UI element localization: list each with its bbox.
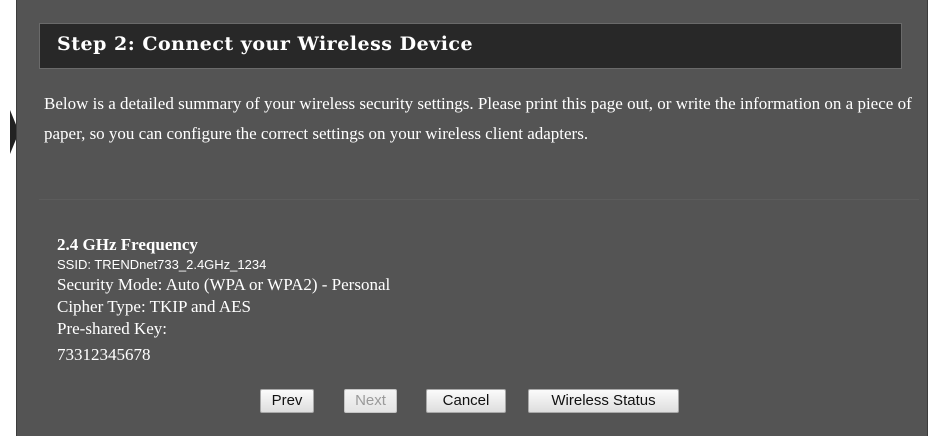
cancel-button[interactable]: Cancel: [426, 389, 506, 413]
section-divider: [39, 199, 919, 200]
wizard-panel: Step 2: Connect your Wireless Device Bel…: [16, 0, 928, 436]
step-title: Step 2: Connect your Wireless Device: [57, 33, 474, 55]
ssid-value: SSID: TRENDnet733_2.4GHz_1234: [57, 257, 267, 272]
prev-button[interactable]: Prev: [260, 389, 314, 413]
security-summary: 2.4 GHz Frequency SSID: TRENDnet733_2.4G…: [57, 235, 390, 366]
psk-value: 73312345678: [57, 345, 151, 364]
security-mode-value: Security Mode: Auto (WPA or WPA2) - Pers…: [57, 275, 391, 294]
cipher-type-value: Cipher Type: TKIP and AES: [57, 297, 251, 316]
wireless-status-button[interactable]: Wireless Status: [528, 389, 679, 413]
wizard-window: Step 2: Connect your Wireless Device Bel…: [0, 0, 933, 436]
psk-label: Pre-shared Key:: [57, 319, 167, 338]
step-header: Step 2: Connect your Wireless Device: [39, 23, 902, 69]
next-button[interactable]: Next: [344, 389, 397, 413]
summary-intro: Below is a detailed summary of your wire…: [44, 89, 924, 149]
summary-intro-text: Below is a detailed summary of your wire…: [44, 94, 912, 143]
frequency-heading: 2.4 GHz Frequency: [57, 235, 198, 254]
